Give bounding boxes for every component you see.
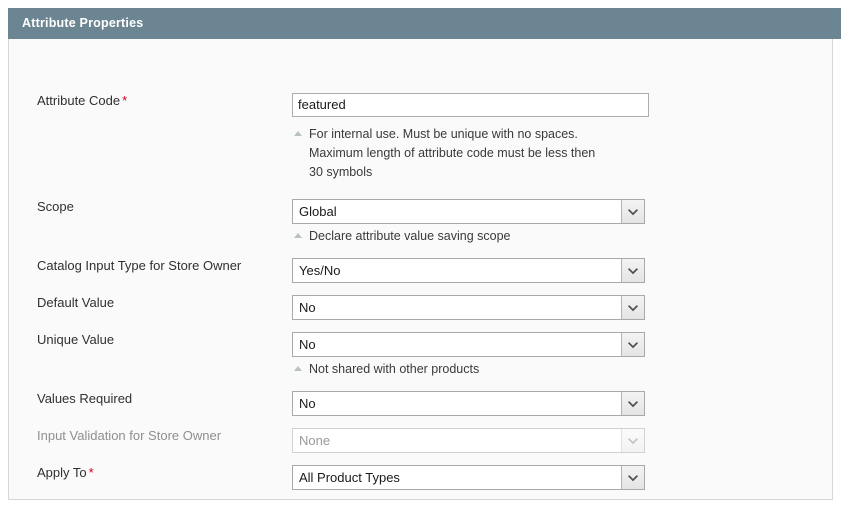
note-text: Maximum length of attribute code must be… bbox=[309, 146, 595, 160]
control-wrap-catalog-input-type-for-store-owner: Yes/No bbox=[292, 258, 645, 283]
select-value-input-validation-for-store-owner: None bbox=[299, 429, 618, 452]
note-scope: Declare attribute value saving scope bbox=[292, 227, 511, 246]
label-text-default-value: Default Value bbox=[37, 295, 114, 310]
select-values-required[interactable]: No bbox=[292, 391, 645, 416]
note-triangle-icon bbox=[294, 131, 302, 136]
note-text: 30 symbols bbox=[309, 165, 372, 179]
label-text-unique-value: Unique Value bbox=[37, 332, 114, 347]
chevron-down-icon[interactable] bbox=[621, 259, 644, 282]
required-marker-apply-to: * bbox=[89, 465, 94, 480]
panel-header-title: Attribute Properties bbox=[8, 8, 841, 39]
select-input-validation-for-store-owner: None bbox=[292, 428, 645, 453]
required-marker-attribute-code: * bbox=[122, 93, 127, 108]
note-line-scope-0: Declare attribute value saving scope bbox=[292, 227, 511, 246]
control-wrap-values-required: No bbox=[292, 391, 645, 416]
label-text-scope: Scope bbox=[37, 199, 74, 214]
note-line-unique-value-0: Not shared with other products bbox=[292, 360, 479, 379]
control-wrap-unique-value: No bbox=[292, 332, 645, 357]
note-line-attribute-code-0: For internal use. Must be unique with no… bbox=[292, 125, 595, 144]
select-value-apply-to: All Product Types bbox=[299, 466, 618, 489]
note-unique-value: Not shared with other products bbox=[292, 360, 479, 379]
label-text-values-required: Values Required bbox=[37, 391, 132, 406]
label-values-required: Values Required bbox=[37, 391, 132, 407]
label-text-input-validation-for-store-owner: Input Validation for Store Owner bbox=[37, 428, 221, 443]
note-attribute-code: For internal use. Must be unique with no… bbox=[292, 125, 595, 182]
control-wrap-apply-to: All Product Types bbox=[292, 465, 645, 490]
label-text-attribute-code: Attribute Code bbox=[37, 93, 120, 108]
label-input-validation-for-store-owner: Input Validation for Store Owner bbox=[37, 428, 221, 444]
chevron-down-icon bbox=[621, 429, 644, 452]
note-text: For internal use. Must be unique with no… bbox=[309, 127, 578, 141]
control-wrap-scope: Global bbox=[292, 199, 645, 224]
input-attribute-code[interactable] bbox=[292, 93, 649, 117]
note-triangle-icon bbox=[294, 233, 302, 238]
label-attribute-code: Attribute Code* bbox=[37, 93, 127, 109]
select-catalog-input-type-for-store-owner[interactable]: Yes/No bbox=[292, 258, 645, 283]
chevron-down-icon[interactable] bbox=[621, 333, 644, 356]
note-text: Not shared with other products bbox=[309, 362, 479, 376]
select-scope[interactable]: Global bbox=[292, 199, 645, 224]
note-line-attribute-code-2: 30 symbols bbox=[292, 163, 595, 182]
select-value-default-value: No bbox=[299, 296, 618, 319]
note-triangle-icon bbox=[294, 366, 302, 371]
chevron-down-icon[interactable] bbox=[621, 200, 644, 223]
control-wrap-input-validation-for-store-owner: None bbox=[292, 428, 645, 453]
select-value-values-required: No bbox=[299, 392, 618, 415]
control-wrap-default-value: No bbox=[292, 295, 645, 320]
select-apply-to[interactable]: All Product Types bbox=[292, 465, 645, 490]
note-line-attribute-code-1: Maximum length of attribute code must be… bbox=[292, 144, 595, 163]
select-value-scope: Global bbox=[299, 200, 618, 223]
label-scope: Scope bbox=[37, 199, 74, 215]
note-text: Declare attribute value saving scope bbox=[309, 229, 511, 243]
control-wrap-attribute-code bbox=[292, 93, 649, 117]
select-default-value[interactable]: No bbox=[292, 295, 645, 320]
label-apply-to: Apply To* bbox=[37, 465, 94, 481]
label-unique-value: Unique Value bbox=[37, 332, 114, 348]
attribute-properties-form: Attribute Code*For internal use. Must be… bbox=[8, 39, 833, 500]
chevron-down-icon[interactable] bbox=[621, 392, 644, 415]
label-catalog-input-type-for-store-owner: Catalog Input Type for Store Owner bbox=[37, 258, 241, 274]
select-value-catalog-input-type-for-store-owner: Yes/No bbox=[299, 259, 618, 282]
label-text-catalog-input-type-for-store-owner: Catalog Input Type for Store Owner bbox=[37, 258, 241, 273]
label-text-apply-to: Apply To bbox=[37, 465, 87, 480]
chevron-down-icon[interactable] bbox=[621, 296, 644, 319]
label-default-value: Default Value bbox=[37, 295, 114, 311]
select-value-unique-value: No bbox=[299, 333, 618, 356]
attribute-properties-panel: Attribute Properties Attribute Code*For … bbox=[8, 8, 841, 500]
select-unique-value[interactable]: No bbox=[292, 332, 645, 357]
chevron-down-icon[interactable] bbox=[621, 466, 644, 489]
